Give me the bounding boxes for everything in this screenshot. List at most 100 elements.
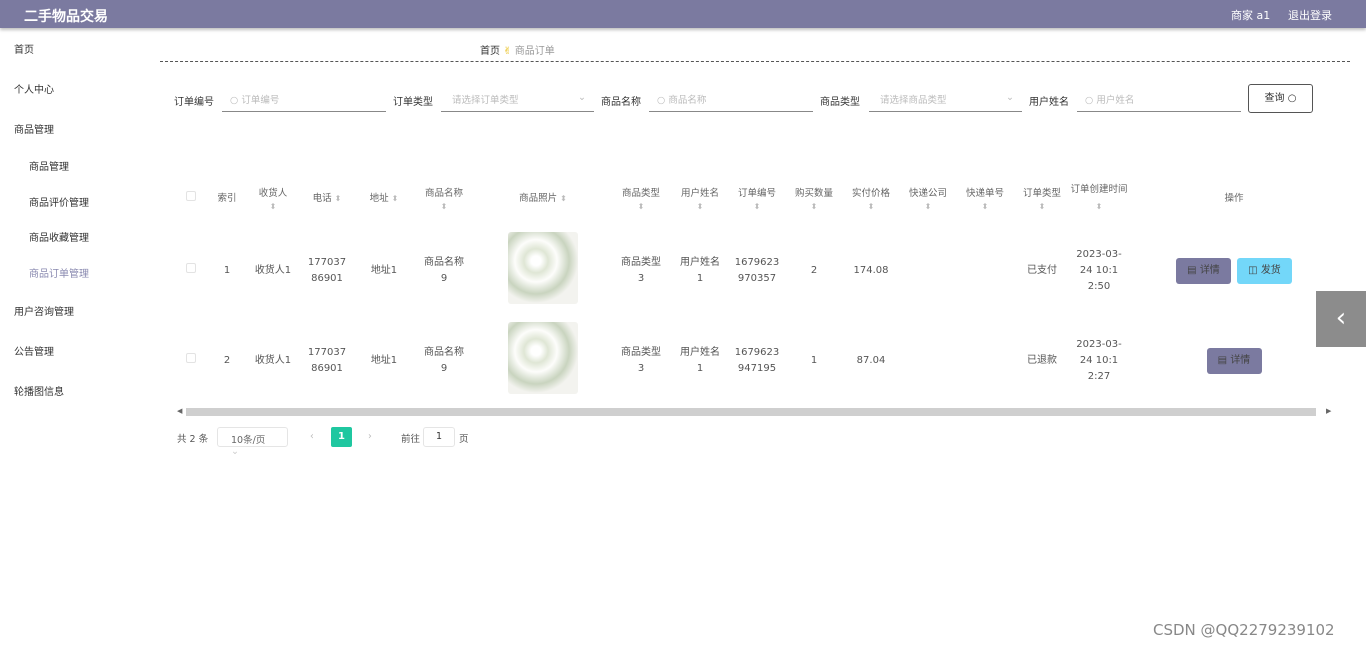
cell-express-no — [956, 226, 1014, 316]
page-1-button[interactable]: 1 — [331, 427, 352, 447]
cell-address: 地址1 — [370, 265, 398, 276]
sidebar-item-personal[interactable]: 个人中心 — [14, 81, 54, 96]
goto-page-input[interactable]: 1 — [423, 427, 455, 447]
cell-user-name: 用户姓名1 — [680, 257, 720, 284]
order-type-label: 订单类型 — [393, 97, 433, 108]
col-qty[interactable]: 购买数量 ⬍ — [786, 170, 842, 226]
cell-goods-type: 商品类型3 — [621, 347, 661, 374]
query-button[interactable]: 查询 ○ — [1248, 84, 1313, 113]
document-icon: ▤ — [1217, 355, 1231, 366]
cell-phone: 17703786901 — [307, 257, 347, 284]
next-page-button[interactable]: › — [368, 431, 372, 442]
sidebar-item-orders[interactable]: 商品订单管理 — [29, 265, 89, 280]
cell-address: 地址1 — [370, 355, 398, 366]
scroll-right-arrow[interactable]: ▶ — [1326, 407, 1331, 415]
scroll-left-arrow[interactable]: ◀ — [177, 407, 182, 415]
horizontal-scrollbar[interactable] — [186, 408, 1316, 416]
cell-order-type: 已退款 — [1027, 355, 1057, 366]
sidebar-item-favorites[interactable]: 商品收藏管理 — [29, 229, 89, 244]
sidebar-item-goods-group[interactable]: 商品管理 — [14, 121, 54, 136]
cell-created: 2023-03-24 10:12:50 — [1076, 249, 1122, 292]
detail-button[interactable]: ▤ 详情 — [1176, 258, 1231, 284]
sort-icon: ⬍ — [269, 201, 277, 211]
col-order-no[interactable]: 订单编号 ⬍ — [728, 170, 786, 226]
search-icon: ○ — [1287, 93, 1297, 104]
cell-price: 87.04 — [856, 355, 886, 366]
col-express[interactable]: 快递公司 ⬍ — [900, 170, 956, 226]
col-goods-type[interactable]: 商品类型 ⬍ — [610, 170, 672, 226]
cell-receiver: 收货人1 — [254, 355, 292, 366]
table-row: 1 收货人1 17703786901 地址1 商品名称9 商品类型3 用户姓名1… — [176, 226, 1340, 316]
sort-icon: ⬍ — [867, 201, 875, 211]
goods-photo[interactable] — [508, 322, 578, 394]
breadcrumb-current: 商品订单 — [514, 46, 555, 57]
app-title: 二手物品交易 — [24, 9, 108, 25]
cell-created: 2023-03-24 10:12:27 — [1076, 339, 1122, 382]
col-receiver[interactable]: 收货人 ⬍ — [248, 170, 298, 226]
col-price[interactable]: 实付价格 ⬍ — [842, 170, 900, 226]
goods-name-input[interactable]: ○ 商品名称 — [649, 86, 813, 112]
sort-icon: ⬍ — [637, 201, 645, 211]
cell-index: 1 — [223, 265, 231, 276]
col-goods-name[interactable]: 商品名称 ⬍ — [412, 170, 476, 226]
orders-table: 索引 收货人 ⬍ 电话 ⬍ 地址 ⬍ 商品名称 ⬍ 商品照片 ⬍ 商品类型 ⬍ 用户姓… — [176, 170, 1340, 406]
goto-label: 前往 — [401, 434, 421, 445]
user-name-input[interactable]: ○ 用户姓名 — [1077, 86, 1241, 112]
cell-goods-name: 商品名称9 — [424, 347, 464, 374]
sort-icon: ⬍ — [753, 201, 761, 211]
cell-goods-name: 商品名称9 — [424, 257, 464, 284]
search-icon: ○ — [657, 95, 669, 106]
col-express-no[interactable]: 快递单号 ⬍ — [956, 170, 1014, 226]
col-order-type[interactable]: 订单类型 ⬍ — [1014, 170, 1070, 226]
cell-price: 174.08 — [853, 265, 889, 276]
chevron-left-icon[interactable]: ‹ — [1316, 291, 1366, 347]
sidebar-item-consult[interactable]: 用户咨询管理 — [14, 303, 74, 318]
table-row: 2 收货人1 17703786901 地址1 商品名称9 商品类型3 用户姓名1… — [176, 316, 1340, 406]
page-size-select[interactable]: 10条/页 ⌄ — [217, 427, 288, 457]
search-icon: ○ — [230, 95, 242, 106]
page-suffix: 页 — [459, 434, 469, 445]
col-goods-photo[interactable]: 商品照片 ⬍ — [476, 170, 610, 226]
sidebar-item-goods[interactable]: 商品管理 — [29, 158, 69, 173]
ship-button[interactable]: ◫ 发货 — [1237, 258, 1292, 284]
document-icon: ▤ — [1187, 265, 1200, 276]
table-header: 索引 收货人 ⬍ 电话 ⬍ 地址 ⬍ 商品名称 ⬍ 商品照片 ⬍ 商品类型 ⬍ 用户姓… — [176, 170, 1340, 226]
order-no-input[interactable]: ○ 订单编号 — [222, 86, 386, 112]
col-phone[interactable]: 电话 ⬍ — [298, 170, 356, 226]
sort-icon: ⬍ — [924, 201, 932, 211]
cell-goods-type: 商品类型3 — [621, 257, 661, 284]
goods-photo[interactable] — [508, 232, 578, 304]
sort-icon: ⬍ — [981, 201, 989, 211]
col-actions: 操作 — [1224, 192, 1244, 204]
sidebar-item-carousel[interactable]: 轮播图信息 — [14, 383, 64, 398]
sidebar-item-home[interactable]: 首页 — [14, 41, 34, 56]
cell-express — [900, 316, 956, 406]
watermark: CSDN @QQ2279239102 — [1153, 621, 1335, 639]
cell-qty: 2 — [810, 265, 818, 276]
col-address[interactable]: 地址 ⬍ — [356, 170, 412, 226]
sort-icon: ⬍ — [1095, 202, 1103, 211]
breadcrumb: 首页 ✌ 商品订单 — [480, 42, 555, 57]
col-created[interactable]: 订单创建时间 ⬍ — [1070, 170, 1128, 226]
cell-user-name: 用户姓名1 — [680, 347, 720, 374]
cell-order-type: 已支付 — [1027, 265, 1057, 276]
select-all-checkbox[interactable] — [186, 190, 196, 201]
user-name-label: 用户姓名 — [1029, 97, 1069, 108]
goods-type-label: 商品类型 — [820, 97, 860, 108]
order-type-select[interactable]: 请选择订单类型 ⌄ — [441, 86, 594, 112]
sidebar-item-notice[interactable]: 公告管理 — [14, 343, 54, 358]
hand-icon: ✌ — [503, 46, 512, 57]
cell-phone: 17703786901 — [307, 347, 347, 374]
detail-button[interactable]: ▤ 详情 — [1206, 348, 1262, 374]
col-user-name[interactable]: 用户姓名 ⬍ — [672, 170, 728, 226]
sort-icon: ⬍ — [440, 201, 448, 211]
logout-button[interactable]: 退出登录 — [1288, 7, 1332, 23]
sidebar-item-reviews[interactable]: 商品评价管理 — [29, 194, 89, 209]
chevron-down-icon: ⌄ — [231, 446, 239, 457]
row-checkbox[interactable] — [186, 263, 196, 273]
breadcrumb-home[interactable]: 首页 — [480, 46, 500, 57]
prev-page-button[interactable]: ‹ — [310, 431, 314, 442]
goods-type-select[interactable]: 请选择商品类型 ⌄ — [869, 86, 1022, 112]
book-icon: ◫ — [1248, 265, 1261, 276]
row-checkbox[interactable] — [186, 353, 196, 363]
